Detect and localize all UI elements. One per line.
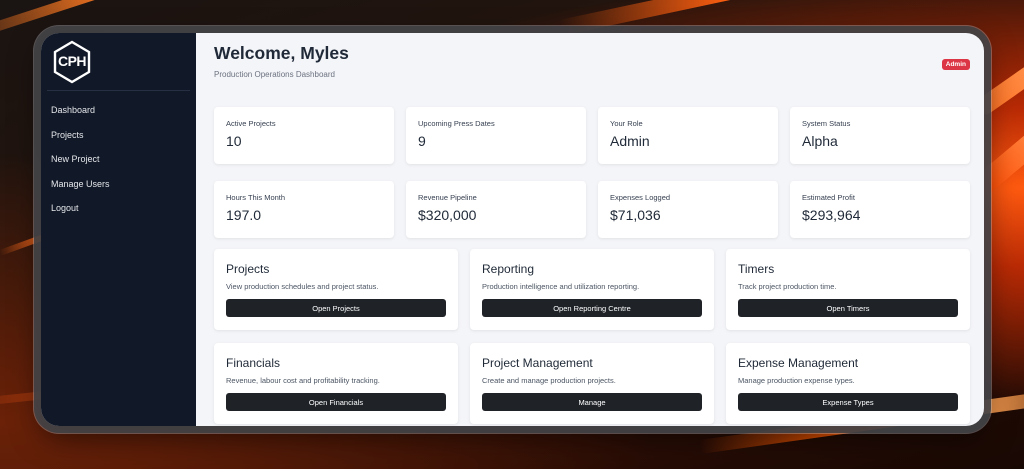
- sidebar: CPH Dashboard Projects New Project Manag…: [41, 33, 196, 426]
- page-header: Welcome, Myles Production Operations Das…: [214, 43, 970, 93]
- stat-label: Estimated Profit: [802, 193, 855, 202]
- stat-card-system-status: System Status Alpha: [790, 107, 970, 164]
- stat-label: Your Role: [610, 119, 643, 128]
- module-description: Production intelligence and utilization …: [482, 282, 640, 291]
- page-title: Welcome, Myles: [214, 43, 349, 63]
- logo[interactable]: CPH: [52, 40, 92, 84]
- module-card-financials: Financials Revenue, labour cost and prof…: [214, 343, 458, 424]
- module-title: Projects: [226, 262, 270, 276]
- module-card-reporting: Reporting Production intelligence and ut…: [470, 249, 714, 330]
- stat-card-revenue-pipeline: Revenue Pipeline $320,000: [406, 181, 586, 238]
- stat-label: Expenses Logged: [610, 193, 671, 202]
- stat-value: Alpha: [802, 133, 838, 149]
- stat-card-active-projects: Active Projects 10: [214, 107, 394, 164]
- open-timers-button[interactable]: Open Timers: [738, 299, 958, 317]
- sidebar-item-manage-users[interactable]: Manage Users: [41, 177, 196, 202]
- module-card-project-management: Project Management Create and manage pro…: [470, 343, 714, 424]
- module-title: Financials: [226, 356, 281, 370]
- stat-value: 197.0: [226, 207, 262, 223]
- stat-value: 9: [418, 133, 426, 149]
- stat-value: 10: [226, 133, 242, 149]
- module-card-timers: Timers Track project production time. Op…: [726, 249, 970, 330]
- stat-card-your-role: Your Role Admin: [598, 107, 778, 164]
- stat-value: Admin: [610, 133, 650, 149]
- sidebar-nav: Dashboard Projects New Project Manage Us…: [41, 91, 196, 226]
- stat-label: Revenue Pipeline: [418, 193, 477, 202]
- module-card-projects: Projects View production schedules and p…: [214, 249, 458, 330]
- module-title: Timers: [738, 262, 775, 276]
- module-description: Track project production time.: [738, 282, 837, 291]
- stat-card-estimated-profit: Estimated Profit $293,964: [790, 181, 970, 238]
- stat-value: $320,000: [418, 207, 477, 223]
- stats-grid: Active Projects 10 Upcoming Press Dates …: [214, 107, 970, 238]
- sidebar-item-projects[interactable]: Projects: [41, 128, 196, 153]
- stat-label: Hours This Month: [226, 193, 286, 202]
- stat-label: Upcoming Press Dates: [418, 119, 495, 128]
- logo-text: CPH: [57, 52, 87, 69]
- modules-grid: Projects View production schedules and p…: [214, 249, 970, 424]
- module-title: Project Management: [482, 356, 593, 370]
- open-reporting-centre-button[interactable]: Open Reporting Centre: [482, 299, 702, 317]
- open-financials-button[interactable]: Open Financials: [226, 393, 446, 411]
- manage-button[interactable]: Manage: [482, 393, 702, 411]
- role-badge: Admin: [941, 59, 970, 70]
- stat-card-upcoming-press-dates: Upcoming Press Dates 9: [406, 107, 586, 164]
- stat-label: Active Projects: [226, 119, 276, 128]
- sidebar-item-logout[interactable]: Logout: [41, 201, 196, 226]
- stat-card-expenses-logged: Expenses Logged $71,036: [598, 181, 778, 238]
- stat-value: $293,964: [802, 207, 861, 223]
- module-title: Reporting: [482, 262, 535, 276]
- logo-area: CPH: [47, 33, 190, 91]
- stat-card-hours-this-month: Hours This Month 197.0: [214, 181, 394, 238]
- module-description: View production schedules and project st…: [226, 282, 379, 291]
- module-card-expense-management: Expense Management Manage production exp…: [726, 343, 970, 424]
- main-content: Welcome, Myles Production Operations Das…: [196, 33, 984, 426]
- stat-value: $71,036: [610, 207, 661, 223]
- app-window: CPH Dashboard Projects New Project Manag…: [41, 33, 984, 426]
- sidebar-item-dashboard[interactable]: Dashboard: [41, 103, 196, 128]
- module-description: Manage production expense types.: [738, 376, 855, 385]
- module-title: Expense Management: [738, 356, 859, 370]
- open-projects-button[interactable]: Open Projects: [226, 299, 446, 317]
- expense-types-button[interactable]: Expense Types: [738, 393, 958, 411]
- module-description: Revenue, labour cost and profitability t…: [226, 376, 380, 385]
- sidebar-item-new-project[interactable]: New Project: [41, 152, 196, 177]
- module-description: Create and manage production projects.: [482, 376, 616, 385]
- stat-label: System Status: [802, 119, 851, 128]
- page-subtitle: Production Operations Dashboard: [214, 70, 335, 79]
